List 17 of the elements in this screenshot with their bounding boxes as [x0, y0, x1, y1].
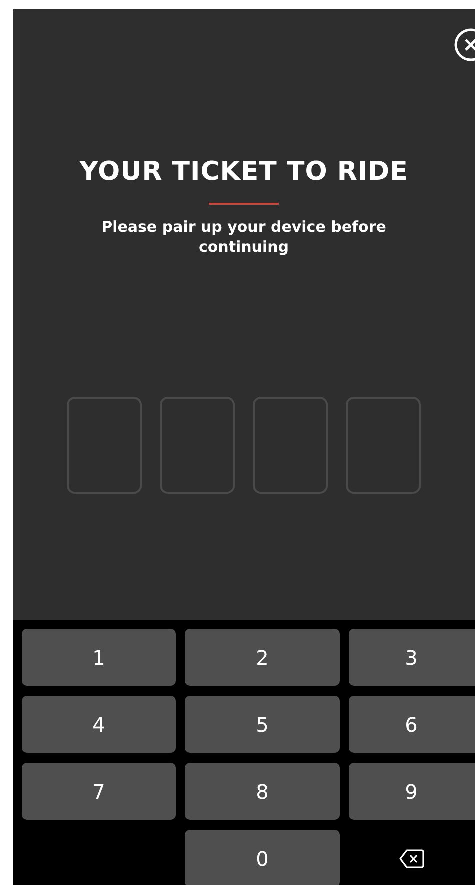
code-digit-field[interactable] [67, 397, 142, 494]
digit-key[interactable]: 8 [185, 763, 340, 820]
digit-key[interactable]: 2 [185, 629, 340, 686]
code-digit-field[interactable] [253, 397, 328, 494]
code-digit-field[interactable] [160, 397, 235, 494]
digit-key[interactable]: 5 [185, 696, 340, 753]
screen-title: YOUR TICKET TO RIDE [80, 157, 408, 187]
digit-key[interactable]: 7 [22, 763, 176, 820]
digit-key[interactable]: 9 [349, 763, 475, 820]
digit-key[interactable]: 4 [22, 696, 176, 753]
digit-key[interactable]: 3 [349, 629, 475, 686]
backspace-icon[interactable] [398, 848, 424, 868]
digit-key[interactable]: 6 [349, 696, 475, 753]
digit-key[interactable]: 1 [22, 629, 176, 686]
digit-key[interactable]: 0 [185, 830, 340, 885]
code-digit-field[interactable] [346, 397, 421, 494]
instruction-text: Please pair up your device before continuing [100, 217, 388, 257]
